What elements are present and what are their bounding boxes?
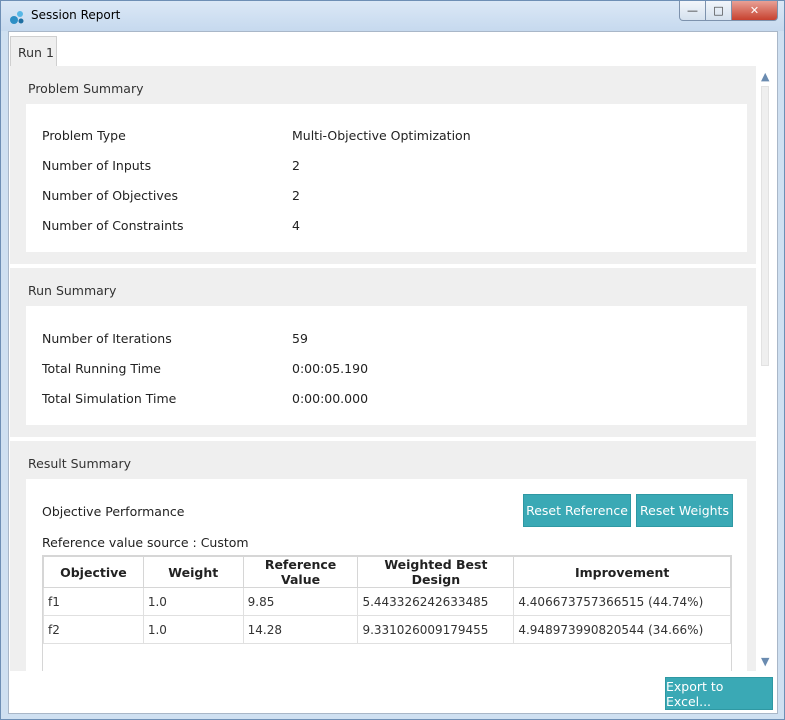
- report-scroll-area[interactable]: Problem Summary Problem Type Multi-Objec…: [10, 66, 756, 671]
- chevron-down-icon[interactable]: ▼: [761, 655, 773, 668]
- table-header-row: Objective Weight Reference Value Weighte…: [43, 556, 731, 588]
- window-title: Session Report: [31, 8, 121, 22]
- reset-reference-button[interactable]: Reset Reference: [523, 494, 631, 527]
- table-cell: 5.443326242633485: [357, 587, 515, 616]
- table-cell[interactable]: 14.28: [242, 615, 359, 644]
- minimize-button[interactable]: —: [679, 1, 706, 21]
- table-cell[interactable]: 1.0: [142, 587, 244, 616]
- summary-row: Problem Type Multi-Objective Optimizatio…: [26, 120, 747, 150]
- chevron-up-icon[interactable]: ▲: [761, 70, 773, 83]
- table-cell: f2: [43, 615, 144, 644]
- row-label: Number of Inputs: [42, 157, 152, 173]
- vertical-scrollbar[interactable]: ▲ ▼: [757, 66, 777, 671]
- row-label: Total Simulation Time: [42, 390, 177, 406]
- row-value: 4: [292, 217, 300, 233]
- column-header[interactable]: Reference Value: [242, 556, 359, 588]
- run-summary-card: Number of Iterations 59 Total Running Ti…: [26, 306, 747, 425]
- column-header[interactable]: Weighted Best Design: [357, 556, 515, 588]
- row-label: Problem Type: [42, 127, 126, 143]
- row-label: Number of Objectives: [42, 187, 178, 203]
- row-label: Number of Constraints: [42, 217, 184, 233]
- session-report-window: Session Report — □ ✕ Run 1 Problem Summa…: [0, 0, 785, 720]
- summary-row: Number of Objectives 2: [26, 180, 747, 210]
- table-cell: f1: [43, 587, 144, 616]
- scrollbar-thumb[interactable]: [761, 86, 769, 366]
- tab-run-1[interactable]: Run 1: [10, 36, 57, 66]
- row-value: 0:00:00.000: [292, 390, 369, 406]
- table-row[interactable]: f1 1.0 9.85 5.443326242633485 4.40667375…: [43, 587, 731, 616]
- row-value: Multi-Objective Optimization: [292, 127, 471, 143]
- column-header[interactable]: Weight: [142, 556, 244, 588]
- row-value: 59: [292, 330, 308, 346]
- table-cell: 4.406673757366515 (44.74%): [513, 587, 731, 616]
- problem-summary-heading: Problem Summary: [10, 66, 756, 104]
- table-cell[interactable]: 1.0: [142, 615, 244, 644]
- row-label: Total Running Time: [42, 360, 161, 376]
- reference-source-label: Reference value source : Custom: [42, 535, 249, 550]
- row-value: 2: [292, 187, 300, 203]
- objective-performance-table: Objective Weight Reference Value Weighte…: [42, 555, 732, 671]
- title-bar[interactable]: Session Report — □ ✕: [1, 1, 784, 31]
- result-summary-card: Objective Performance Reset Reference Re…: [26, 479, 747, 671]
- export-to-excel-button[interactable]: Export to Excel...: [665, 677, 773, 710]
- table-cell: 4.948973990820544 (34.66%): [513, 615, 731, 644]
- run-summary-heading: Run Summary: [10, 268, 756, 306]
- reset-weights-button[interactable]: Reset Weights: [636, 494, 733, 527]
- column-header[interactable]: Improvement: [513, 556, 731, 588]
- summary-row: Total Simulation Time 0:00:00.000: [26, 383, 747, 413]
- maximize-button[interactable]: □: [706, 1, 732, 21]
- problem-summary-card: Problem Type Multi-Objective Optimizatio…: [26, 104, 747, 252]
- table-cell[interactable]: 9.85: [242, 587, 359, 616]
- result-summary-heading: Result Summary: [10, 441, 756, 479]
- app-icon: [10, 11, 24, 24]
- close-button[interactable]: ✕: [732, 1, 778, 21]
- summary-row: Number of Iterations 59: [26, 323, 747, 353]
- table-row[interactable]: f2 1.0 14.28 9.331026009179455 4.9489739…: [43, 615, 731, 644]
- row-label: Number of Iterations: [42, 330, 172, 346]
- row-value: 0:00:05.190: [292, 360, 369, 376]
- summary-row: Total Running Time 0:00:05.190: [26, 353, 747, 383]
- summary-row: Number of Inputs 2: [26, 150, 747, 180]
- objective-performance-label: Objective Performance: [42, 504, 185, 519]
- column-header[interactable]: Objective: [43, 556, 144, 588]
- table-cell: 9.331026009179455: [357, 615, 515, 644]
- summary-row: Number of Constraints 4: [26, 210, 747, 240]
- client-area: Run 1 Problem Summary Problem Type Multi…: [8, 31, 778, 714]
- row-value: 2: [292, 157, 300, 173]
